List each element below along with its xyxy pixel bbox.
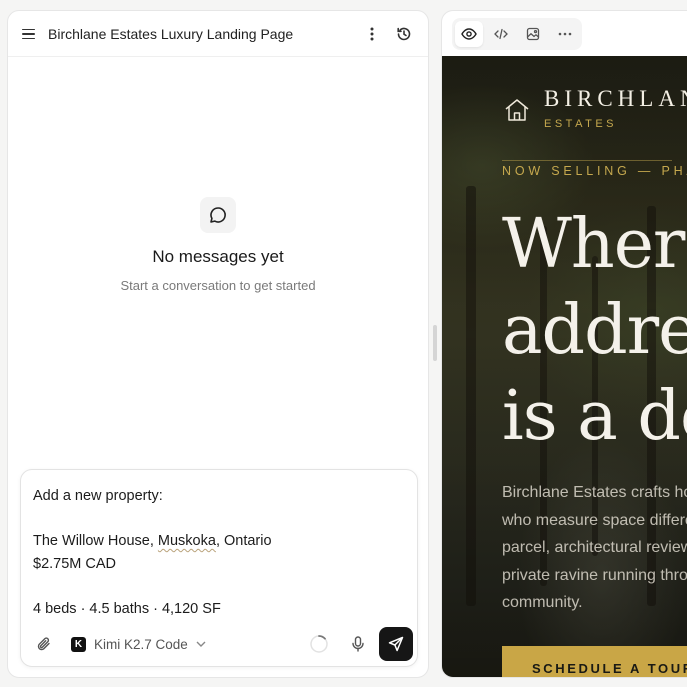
- composer-line: Add a new property:: [33, 488, 163, 504]
- hero-headline: Where address is a deed: [502, 202, 687, 460]
- microphone-icon[interactable]: [347, 633, 369, 655]
- preview-panel: BIRCHLANE ESTATES NOW SELLING — PHASE Wh…: [441, 10, 687, 678]
- resize-handle[interactable]: [433, 325, 437, 361]
- composer-line: 4 beds · 4.5 baths · 4,120 SF: [33, 600, 221, 617]
- history-icon[interactable]: [392, 22, 416, 46]
- composer-text[interactable]: Add a new property: The Willow House, Mu…: [21, 470, 417, 620]
- code-icon[interactable]: [487, 21, 515, 47]
- view-mode-toggle: [452, 17, 582, 50]
- hero-section: BIRCHLANE ESTATES NOW SELLING — PHASE Wh…: [442, 56, 687, 677]
- headline-line: Where: [502, 205, 687, 284]
- home-logo-icon: [505, 99, 529, 121]
- spellcheck-word[interactable]: Muskoka: [158, 533, 216, 549]
- attach-icon[interactable]: [33, 633, 55, 655]
- more-horizontal-icon[interactable]: [551, 21, 579, 47]
- divider: [502, 160, 672, 161]
- composer-line-text: The Willow House, Muskoka, Ontario: [33, 533, 272, 549]
- menu-icon[interactable]: [22, 28, 36, 40]
- kimi-logo-icon: K: [71, 636, 86, 652]
- send-icon: [388, 636, 404, 652]
- chat-title: Birchlane Estates Luxury Landing Page: [48, 25, 294, 42]
- composer-line: The Willow House, Muskoka, Ontario: [33, 530, 405, 553]
- brand-logo[interactable]: BIRCHLANE ESTATES: [544, 86, 687, 130]
- chevron-down-icon: [196, 641, 206, 647]
- body-line: Birchlane Estates crafts homes for those: [502, 484, 687, 501]
- message-composer[interactable]: Add a new property: The Willow House, Mu…: [20, 469, 418, 667]
- schedule-tour-button[interactable]: SCHEDULE A TOUR: [502, 646, 687, 677]
- loading-spinner-icon: [310, 635, 328, 653]
- composer-toolbar: K Kimi K2.7 Code: [21, 622, 417, 666]
- brand-name: BIRCHLANE: [544, 86, 687, 111]
- chat-panel: Birchlane Estates Luxury Landing Page No…: [7, 10, 429, 678]
- headline-line: address: [502, 291, 687, 370]
- brand-subtitle: ESTATES: [544, 118, 617, 130]
- empty-title: No messages yet: [152, 247, 284, 266]
- body-line: parcel, architectural review and: [502, 539, 687, 556]
- hero-eyebrow: NOW SELLING — PHASE: [502, 164, 687, 178]
- empty-state: No messages yet Start a conversation to …: [8, 197, 428, 293]
- composer-line: $2.75M CAD: [33, 555, 117, 572]
- image-icon[interactable]: [519, 21, 547, 47]
- chat-header: Birchlane Estates Luxury Landing Page: [8, 11, 428, 57]
- body-line: who measure space differently. Every: [502, 511, 687, 529]
- body-line: private ravine running through the: [502, 566, 687, 584]
- hero-body: Birchlane Estates crafts homes for those…: [502, 479, 687, 617]
- preview-toolbar: [442, 11, 687, 56]
- model-selector[interactable]: K Kimi K2.7 Code: [71, 636, 206, 652]
- composer-line: [33, 575, 405, 598]
- headline-line: is a deed: [502, 377, 687, 456]
- preview-eye-icon[interactable]: [455, 20, 483, 47]
- body-line: community.: [502, 594, 583, 611]
- model-name: Kimi K2.7 Code: [94, 636, 188, 652]
- chat-bubble-icon: [200, 197, 236, 233]
- composer-line: [33, 508, 405, 531]
- empty-subtitle: Start a conversation to get started: [120, 278, 316, 293]
- more-options-icon[interactable]: [360, 22, 384, 46]
- send-button[interactable]: [379, 627, 413, 661]
